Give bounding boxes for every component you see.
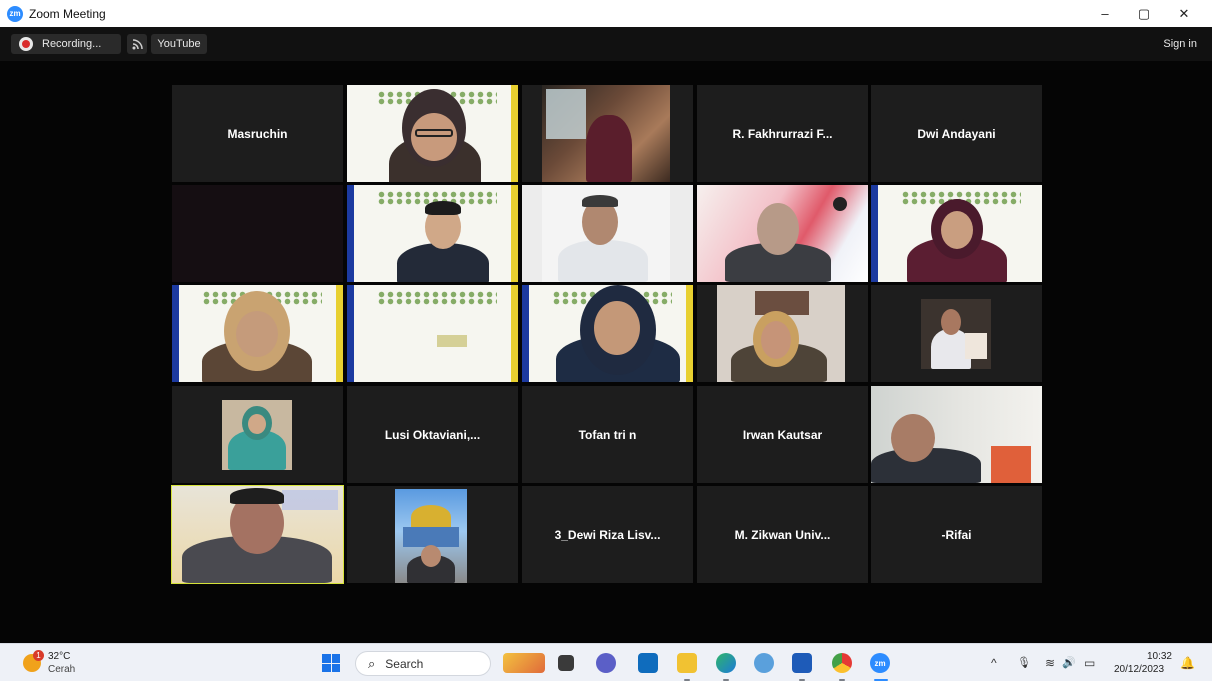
participant-tile[interactable]: 3_Dewi Riza Lisv...: [522, 486, 693, 583]
microphone-icon[interactable]: 🎙: [1017, 656, 1031, 669]
weather-condition[interactable]: Cerah: [48, 664, 75, 675]
participant-tile[interactable]: [522, 285, 693, 382]
participant-name: -Rifai: [941, 527, 972, 542]
file-explorer-icon[interactable]: [558, 655, 574, 671]
video-feed: [542, 85, 670, 182]
participant-tile[interactable]: [871, 185, 1042, 282]
participant-tile[interactable]: [172, 185, 343, 282]
start-button-icon[interactable]: [322, 654, 340, 672]
participant-name: M. Zikwan Univ...: [734, 527, 831, 542]
participant-tile[interactable]: [172, 386, 343, 483]
participant-name: Tofan tri n: [578, 427, 637, 442]
minimize-button[interactable]: –: [1086, 0, 1124, 27]
zoom-logo-icon: zm: [7, 5, 23, 22]
weather-badge: 1: [33, 650, 44, 661]
participant-tile[interactable]: [522, 185, 693, 282]
recording-icon: [19, 37, 33, 51]
video-feed: [347, 185, 518, 282]
clock-time[interactable]: 10:32: [1142, 651, 1172, 662]
participant-tile[interactable]: [347, 486, 518, 583]
participant-tile[interactable]: [347, 85, 518, 182]
participant-tile[interactable]: [871, 285, 1042, 382]
speaker-icon[interactable]: 🔊: [1062, 656, 1076, 669]
recording-label: Recording...: [42, 38, 102, 50]
participant-tile[interactable]: Irwan Kautsar: [697, 386, 868, 483]
photos-icon[interactable]: [754, 653, 774, 673]
clock-date[interactable]: 20/12/2023: [1114, 664, 1164, 675]
video-feed: [222, 400, 292, 470]
participant-tile[interactable]: [871, 386, 1042, 483]
restore-button[interactable]: ▢: [1125, 0, 1163, 27]
window-title: Zoom Meeting: [29, 6, 106, 21]
participant-name: Lusi Oktaviani,...: [384, 427, 481, 442]
video-feed: [172, 285, 343, 382]
participant-name: Masruchin: [227, 126, 288, 141]
participant-name: R. Fakhrurrazi F...: [732, 126, 833, 141]
folder-icon[interactable]: [677, 653, 697, 673]
youtube-live-button[interactable]: YouTube: [151, 34, 207, 54]
participant-name: Dwi Andayani: [917, 126, 996, 141]
meeting-top-bar: Recording... YouTube Sign in: [0, 27, 1212, 61]
video-feed: [717, 285, 845, 382]
participant-tile[interactable]: [522, 85, 693, 182]
video-feed: [871, 185, 1042, 282]
chrome-icon[interactable]: [832, 653, 852, 673]
video-feed: [542, 185, 670, 282]
wifi-icon[interactable]: ≋: [1045, 656, 1055, 670]
participant-tile[interactable]: Dwi Andayani: [871, 85, 1042, 182]
video-feed: [871, 386, 1042, 483]
search-label: Search: [385, 656, 424, 671]
zoom-window: zm Zoom Meeting – ▢ ✕ Recording... YouTu…: [0, 0, 1212, 681]
gallery-view: Masruchin R. Fakhrurrazi F... Dwi Andaya…: [0, 61, 1212, 643]
participant-tile[interactable]: [697, 185, 868, 282]
participant-name: 3_Dewi Riza Lisv...: [554, 527, 661, 542]
participant-tile[interactable]: Masruchin: [172, 85, 343, 182]
windows-taskbar: 1 32°C Cerah ⌕ Search zm ^ 🎙 ≋ 🔊 ▭ 10:32…: [0, 643, 1212, 681]
participant-tile[interactable]: -Rifai: [871, 486, 1042, 583]
chevron-up-icon[interactable]: ^: [991, 656, 997, 670]
zoom-icon[interactable]: zm: [870, 653, 890, 673]
rss-icon[interactable]: [127, 34, 147, 54]
video-feed: [395, 489, 467, 583]
battery-icon[interactable]: ▭: [1084, 656, 1095, 670]
participant-tile[interactable]: Lusi Oktaviani,...: [347, 386, 518, 483]
video-feed: [921, 299, 991, 369]
participant-tile-active-speaker[interactable]: [171, 485, 344, 584]
participant-tile[interactable]: [347, 285, 518, 382]
participant-tile[interactable]: [172, 285, 343, 382]
video-feed: [347, 285, 518, 382]
title-bar: zm Zoom Meeting – ▢ ✕: [0, 0, 1212, 27]
participant-tile[interactable]: M. Zikwan Univ...: [697, 486, 868, 583]
video-feed: [172, 486, 343, 583]
word-icon[interactable]: [792, 653, 812, 673]
participant-tile[interactable]: [697, 285, 868, 382]
edge-icon[interactable]: [716, 653, 736, 673]
video-feed: [697, 185, 868, 282]
mail-icon[interactable]: [638, 653, 658, 673]
teams-chat-icon[interactable]: [596, 653, 616, 673]
taskbar-search[interactable]: ⌕ Search: [355, 651, 491, 676]
video-feed: [522, 285, 693, 382]
recording-indicator[interactable]: Recording...: [11, 34, 121, 54]
sign-in-link[interactable]: Sign in: [1163, 38, 1197, 50]
bell-icon[interactable]: 🔔: [1180, 656, 1195, 670]
widgets-icon[interactable]: [503, 653, 545, 673]
video-feed: [347, 85, 518, 182]
close-button[interactable]: ✕: [1165, 0, 1203, 27]
participant-name: Irwan Kautsar: [742, 427, 823, 442]
participant-tile[interactable]: Tofan tri n: [522, 386, 693, 483]
participant-tile[interactable]: [347, 185, 518, 282]
participant-tile[interactable]: R. Fakhrurrazi F...: [697, 85, 868, 182]
weather-temperature[interactable]: 32°C: [48, 651, 70, 662]
search-icon: ⌕: [368, 655, 376, 671]
